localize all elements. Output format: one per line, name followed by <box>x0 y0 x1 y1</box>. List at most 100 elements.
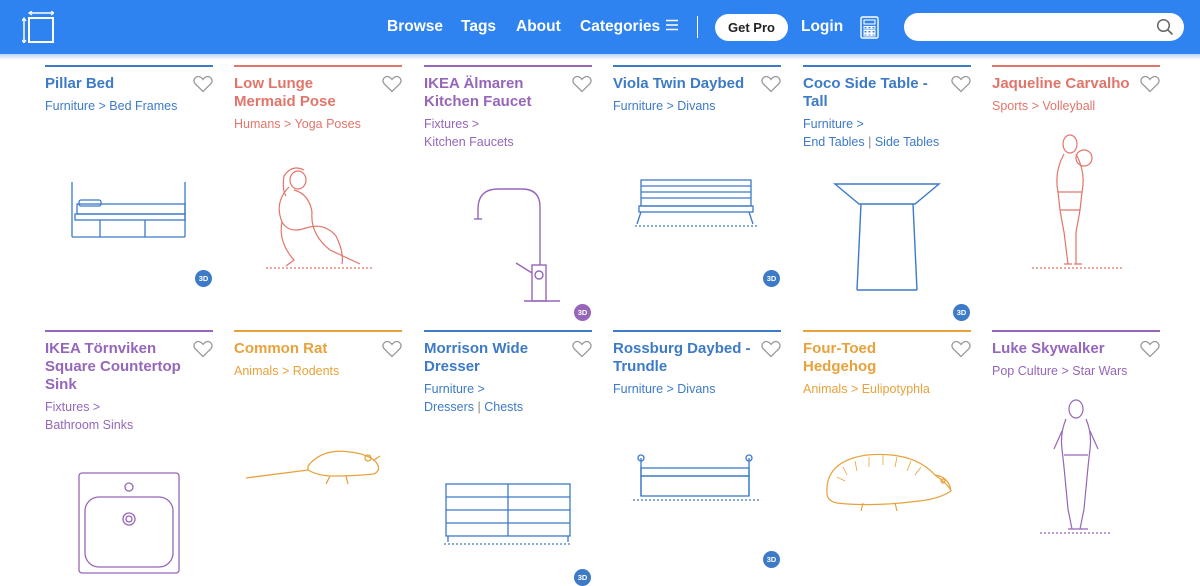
yoga-pose-illustration[interactable] <box>234 162 402 277</box>
subcategory-link[interactable]: Bathroom Sinks <box>45 418 133 432</box>
3d-badge: 3D <box>763 551 780 568</box>
design-card[interactable]: Four-Toed Hedgehog Animals > Eulipotyphl… <box>803 330 971 580</box>
subcategory-link[interactable]: Eulipotyphla <box>862 382 930 396</box>
category-link[interactable]: Fixtures <box>424 117 468 131</box>
3d-badge: 3D <box>763 270 780 287</box>
card-categories: Humans > Yoga Poses <box>234 117 361 131</box>
card-categories: Sports > Volleyball <box>992 99 1096 113</box>
trundle-daybed-illustration[interactable] <box>613 452 781 517</box>
favorite-heart-icon[interactable] <box>193 340 213 358</box>
design-card[interactable]: Morrison Wide Dresser Furniture > Dresser… <box>424 330 592 586</box>
subcategory-link[interactable]: Star Wars <box>1072 364 1127 378</box>
card-categories: Furniture > Bed Frames <box>45 99 178 113</box>
nav-browse-link[interactable]: Browse <box>387 18 443 36</box>
category-link[interactable]: Furniture <box>613 99 663 113</box>
category-link[interactable]: Animals <box>234 364 278 378</box>
navbar-shadow <box>0 54 1200 60</box>
subcategory-link[interactable]: End Tables <box>803 135 865 149</box>
get-pro-button[interactable]: Get Pro <box>715 14 788 41</box>
category-link[interactable]: Humans <box>234 117 281 131</box>
subcategory-link[interactable]: Side Tables <box>875 135 939 149</box>
dresser-illustration[interactable] <box>424 482 592 547</box>
design-card[interactable]: Jaqueline Carvalho Sports > Volleyball <box>992 65 1160 315</box>
3d-badge: 3D <box>574 304 591 321</box>
design-card[interactable]: IKEA Älmaren Kitchen Faucet Fixtures > Ki… <box>424 65 592 321</box>
design-card[interactable]: Rossburg Daybed - Trundle Furniture > Di… <box>613 330 781 580</box>
design-card[interactable]: Low Lunge Mermaid Pose Humans > Yoga Pos… <box>234 65 402 315</box>
design-card[interactable]: Luke Skywalker Pop Culture > Star Wars <box>992 330 1160 580</box>
category-link[interactable]: Animals <box>803 382 847 396</box>
card-title[interactable]: Luke Skywalker <box>992 340 1132 358</box>
favorite-heart-icon[interactable] <box>951 340 971 358</box>
nav-divider <box>697 16 698 38</box>
card-title[interactable]: IKEA Törnviken Square Countertop Sink <box>45 340 185 394</box>
subcategory-link[interactable]: Yoga Poses <box>295 117 361 131</box>
subcategory-link[interactable]: Bed Frames <box>109 99 177 113</box>
favorite-heart-icon[interactable] <box>1140 340 1160 358</box>
design-card[interactable]: IKEA Törnviken Square Countertop Sink Fi… <box>45 330 213 580</box>
nav-tags-link[interactable]: Tags <box>461 18 496 36</box>
card-title[interactable]: Pillar Bed <box>45 75 185 93</box>
faucet-illustration[interactable] <box>424 177 592 302</box>
daybed-illustration[interactable] <box>613 172 781 237</box>
favorite-heart-icon[interactable] <box>1140 75 1160 93</box>
card-title[interactable]: IKEA Älmaren Kitchen Faucet <box>424 75 564 111</box>
luke-skywalker-illustration[interactable] <box>992 397 1160 542</box>
hamburger-menu-icon[interactable] <box>666 19 678 31</box>
card-title[interactable]: Morrison Wide Dresser <box>424 340 564 376</box>
card-title[interactable]: Coco Side Table - Tall <box>803 75 943 111</box>
category-link[interactable]: Furniture <box>424 382 474 396</box>
calculator-icon[interactable] <box>860 16 879 39</box>
favorite-heart-icon[interactable] <box>761 75 781 93</box>
design-card[interactable]: Pillar Bed Furniture > Bed Frames 3D <box>45 65 213 315</box>
subcategory-link[interactable]: Rodents <box>293 364 340 378</box>
card-categories: Animals > Rodents <box>234 364 340 378</box>
card-categories: Furniture > Divans <box>613 382 716 396</box>
nav-about-link[interactable]: About <box>516 18 561 36</box>
side-table-illustration[interactable] <box>803 182 971 297</box>
favorite-heart-icon[interactable] <box>382 340 402 358</box>
category-link[interactable]: Sports <box>992 99 1028 113</box>
rat-illustration[interactable] <box>234 442 402 502</box>
favorite-heart-icon[interactable] <box>761 340 781 358</box>
category-link[interactable]: Furniture <box>613 382 663 396</box>
category-link[interactable]: Furniture <box>45 99 95 113</box>
favorite-heart-icon[interactable] <box>193 75 213 93</box>
card-categories: Furniture > End Tables | Side Tables <box>803 117 940 149</box>
category-link[interactable]: Pop Culture <box>992 364 1058 378</box>
card-title[interactable]: Rossburg Daybed - Trundle <box>613 340 753 376</box>
category-link[interactable]: Fixtures <box>45 400 89 414</box>
search-icon[interactable] <box>1156 18 1174 36</box>
favorite-heart-icon[interactable] <box>951 75 971 93</box>
search-input[interactable] <box>904 13 1184 41</box>
card-categories: Animals > Eulipotyphla <box>803 382 930 396</box>
subcategory-link[interactable]: Volleyball <box>1042 99 1095 113</box>
card-title[interactable]: Four-Toed Hedgehog <box>803 340 943 376</box>
card-categories: Furniture > Divans <box>613 99 716 113</box>
sink-illustration[interactable] <box>45 467 213 579</box>
login-link[interactable]: Login <box>801 18 843 36</box>
hedgehog-illustration[interactable] <box>803 447 971 527</box>
3d-badge: 3D <box>953 304 970 321</box>
favorite-heart-icon[interactable] <box>572 340 592 358</box>
subcategory-link[interactable]: Divans <box>677 382 715 396</box>
card-title[interactable]: Low Lunge Mermaid Pose <box>234 75 374 111</box>
card-categories: Pop Culture > Star Wars <box>992 364 1128 378</box>
subcategory-link[interactable]: Chests <box>484 400 523 414</box>
design-card[interactable]: Viola Twin Daybed Furniture > Divans 3D <box>613 65 781 315</box>
design-card[interactable]: Common Rat Animals > Rodents <box>234 330 402 580</box>
subcategory-link[interactable]: Divans <box>677 99 715 113</box>
nav-categories-link[interactable]: Categories <box>580 18 660 36</box>
favorite-heart-icon[interactable] <box>572 75 592 93</box>
favorite-heart-icon[interactable] <box>382 75 402 93</box>
bed-illustration[interactable] <box>45 162 213 252</box>
subcategory-link[interactable]: Dressers <box>424 400 474 414</box>
card-title[interactable]: Jaqueline Carvalho <box>992 75 1132 93</box>
design-card[interactable]: Coco Side Table - Tall Furniture > End Ta… <box>803 65 971 321</box>
top-navbar: Browse Tags About Categories Get Pro Log… <box>0 0 1200 54</box>
subcategory-link[interactable]: Kitchen Faucets <box>424 135 514 149</box>
category-link[interactable]: Furniture <box>803 117 853 131</box>
volleyball-player-illustration[interactable] <box>992 132 1160 277</box>
card-title[interactable]: Viola Twin Daybed <box>613 75 753 93</box>
card-title[interactable]: Common Rat <box>234 340 374 358</box>
